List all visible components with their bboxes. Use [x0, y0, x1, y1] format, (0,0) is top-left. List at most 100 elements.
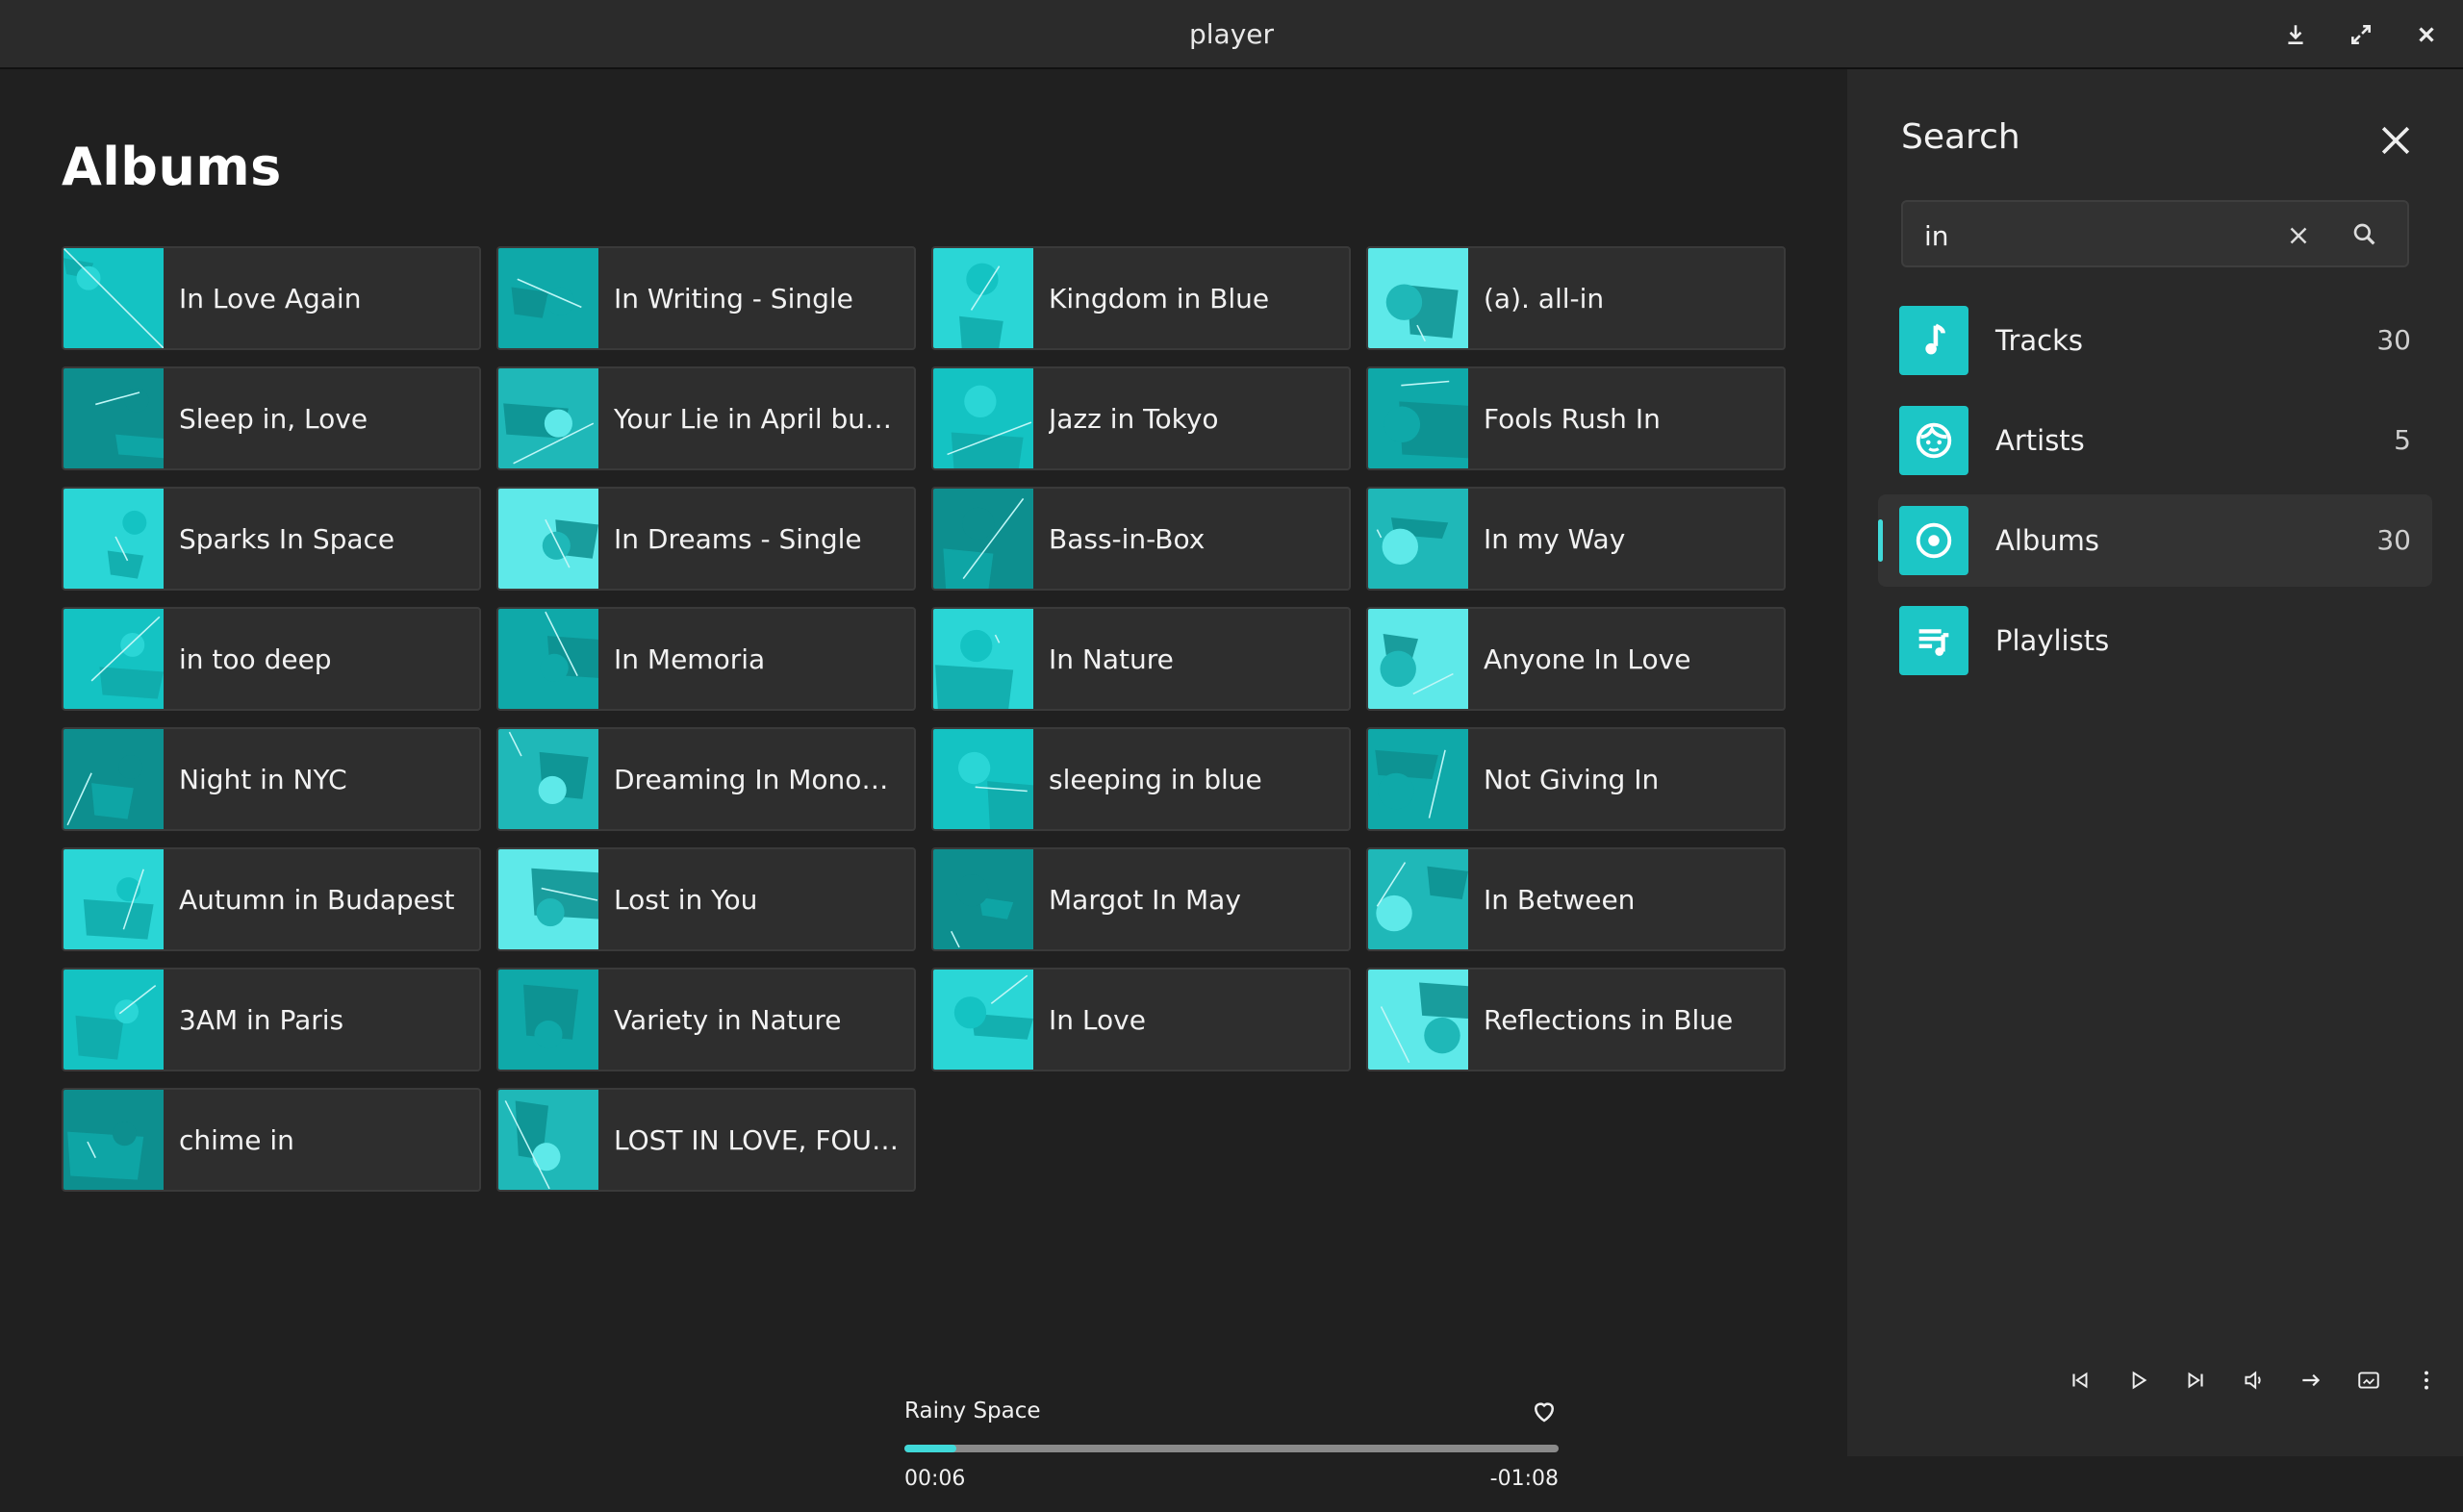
download-button[interactable]: [2278, 17, 2313, 52]
album-title: In Love: [1049, 1003, 1146, 1036]
album-art: [933, 368, 1033, 468]
album-card[interactable]: In Love Again: [62, 246, 481, 350]
album-title: Not Giving In: [1484, 763, 1660, 795]
album-card[interactable]: Anyone In Love: [1366, 607, 1786, 711]
album-title: in too deep: [179, 643, 332, 675]
album-card[interactable]: sleeping in blue: [931, 727, 1351, 831]
album-art: [933, 970, 1033, 1070]
progress-fill: [904, 1445, 957, 1452]
clear-icon: [2290, 227, 2307, 244]
category-playlists[interactable]: Playlists: [1878, 594, 2432, 687]
album-card[interactable]: In Memoria: [496, 607, 916, 711]
album-disc-icon: [1899, 506, 1968, 575]
album-card[interactable]: in too deep: [62, 607, 481, 711]
volume-button[interactable]: [2234, 1361, 2273, 1399]
album-title: Lost in You: [614, 883, 758, 916]
album-title: In Writing - Single: [614, 282, 853, 315]
album-art: [498, 970, 598, 1070]
progress-bar[interactable]: [904, 1445, 1559, 1452]
album-card[interactable]: Sleep in, Love: [62, 366, 481, 470]
album-title: chime in: [179, 1123, 294, 1156]
album-card[interactable]: Your Lie in April but in Lo-Fi: [496, 366, 916, 470]
page-title: Albums: [62, 137, 282, 197]
category-label: Playlists: [1995, 624, 2110, 657]
album-art: [1368, 729, 1468, 829]
album-card[interactable]: Lost in You: [496, 847, 916, 951]
window-close-button[interactable]: [2409, 17, 2444, 52]
album-card[interactable]: Fools Rush In: [1366, 366, 1786, 470]
album-card[interactable]: Autumn in Budapest: [62, 847, 481, 951]
album-card[interactable]: Variety in Nature: [496, 968, 916, 1071]
category-artists[interactable]: Artists 5: [1878, 394, 2432, 487]
skip-next-icon: [2188, 1372, 2203, 1389]
fullscreen-icon: [2351, 25, 2371, 44]
main-content: Albums In Love Again In Writing - Single K…: [0, 69, 1847, 1491]
album-title: In my Way: [1484, 522, 1626, 555]
category-tracks[interactable]: Tracks 30: [1878, 294, 2432, 387]
album-title: In Love Again: [179, 282, 362, 315]
remaining-time: -01:08: [1489, 1467, 1559, 1491]
album-card[interactable]: In Love: [931, 968, 1351, 1071]
fullscreen-button[interactable]: [2344, 17, 2378, 52]
miniplayer-button[interactable]: [2349, 1361, 2388, 1399]
album-title: Jazz in Tokyo: [1049, 402, 1219, 435]
album-art: [498, 248, 598, 348]
album-card[interactable]: Night in NYC: [62, 727, 481, 831]
previous-button[interactable]: [2061, 1361, 2099, 1399]
album-art: [63, 970, 164, 1070]
album-card[interactable]: Bass-in-Box: [931, 487, 1351, 591]
album-card[interactable]: In Nature: [931, 607, 1351, 711]
heart-icon: [1534, 1402, 1555, 1423]
album-card[interactable]: In Between: [1366, 847, 1786, 951]
album-art: [498, 489, 598, 589]
play-button[interactable]: [2119, 1361, 2157, 1399]
album-title: Bass-in-Box: [1049, 522, 1206, 555]
album-title: 3AM in Paris: [179, 1003, 344, 1036]
album-title: Sleep in, Love: [179, 402, 368, 435]
album-art: [498, 368, 598, 468]
album-card[interactable]: Sparks In Space: [62, 487, 481, 591]
download-icon: [2288, 25, 2303, 44]
album-card[interactable]: In Dreams - Single: [496, 487, 916, 591]
album-art: [63, 489, 164, 589]
album-card[interactable]: Jazz in Tokyo: [931, 366, 1351, 470]
album-card[interactable]: In my Way: [1366, 487, 1786, 591]
favorite-button[interactable]: [1530, 1397, 1559, 1425]
search-button[interactable]: [2349, 219, 2380, 250]
next-button[interactable]: [2176, 1361, 2215, 1399]
elapsed-time: 00:06: [904, 1467, 966, 1491]
repeat-button[interactable]: [2292, 1361, 2330, 1399]
album-card[interactable]: Kingdom in Blue: [931, 246, 1351, 350]
playlist-icon: [1899, 606, 1968, 675]
sidebar-close-button[interactable]: [2374, 119, 2417, 162]
album-title: Kingdom in Blue: [1049, 282, 1270, 315]
album-card[interactable]: chime in: [62, 1088, 481, 1192]
search-clear-button[interactable]: [2284, 221, 2313, 250]
album-art: [498, 609, 598, 709]
album-art: [933, 609, 1033, 709]
album-card[interactable]: Reflections in Blue: [1366, 968, 1786, 1071]
album-art: [1368, 248, 1468, 348]
category-count: 5: [2394, 424, 2411, 456]
album-title: Sparks In Space: [179, 522, 395, 555]
music-note-icon: [1899, 306, 1968, 375]
album-title: Fools Rush In: [1484, 402, 1661, 435]
album-art: [63, 368, 164, 468]
album-card[interactable]: 3AM in Paris: [62, 968, 481, 1071]
album-card[interactable]: LOST IN LOVE, FOUND IN YOU: [496, 1088, 916, 1192]
sidebar-title: Search: [1901, 117, 2020, 157]
search-input[interactable]: [1922, 214, 2273, 258]
more-button[interactable]: [2407, 1361, 2446, 1399]
search-box: [1901, 200, 2409, 267]
album-card[interactable]: Margot In May: [931, 847, 1351, 951]
now-playing: Rainy Space 00:06 -01:08: [904, 1397, 1559, 1512]
volume-icon: [2245, 1371, 2261, 1390]
album-title: In Between: [1484, 883, 1636, 916]
album-card[interactable]: Dreaming In Monochrome: [496, 727, 916, 831]
close-icon: [2419, 27, 2434, 42]
album-card[interactable]: (a). all-in: [1366, 246, 1786, 350]
category-label: Albums: [1995, 524, 2100, 557]
album-card[interactable]: Not Giving In: [1366, 727, 1786, 831]
category-albums[interactable]: Albums 30: [1878, 494, 2432, 587]
album-card[interactable]: In Writing - Single: [496, 246, 916, 350]
